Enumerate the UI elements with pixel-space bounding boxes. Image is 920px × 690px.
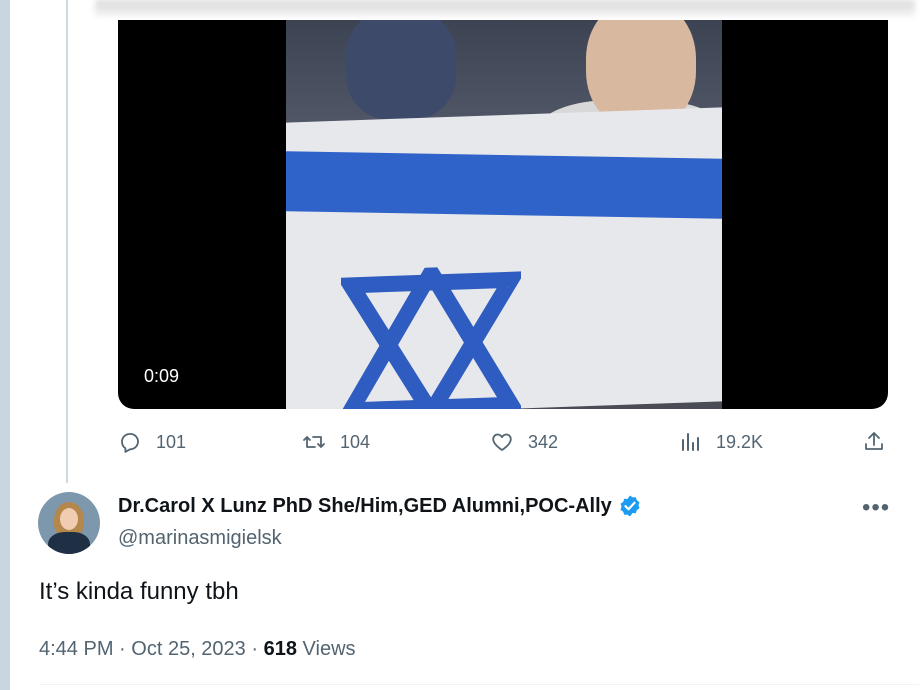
tweet-text: It’s kinda funny tbh <box>39 578 239 605</box>
share-button[interactable] <box>862 430 900 454</box>
reply-count: 101 <box>156 431 187 452</box>
video-flag <box>286 107 722 409</box>
verified-badge-icon <box>620 495 640 517</box>
star-of-david-icon <box>341 264 521 409</box>
views-count: 19.2K <box>716 431 764 452</box>
tweet-date[interactable]: Oct 25, 2023 <box>131 638 246 660</box>
video-person-left <box>346 20 456 120</box>
retweet-button[interactable]: 104 <box>302 430 370 454</box>
tweet-action-bar: 101 104 342 19.2K <box>118 430 888 458</box>
video-frame <box>286 20 722 409</box>
tweet-views-count: 618 <box>263 638 297 660</box>
flag-stripe <box>286 151 722 219</box>
meta-separator-2: · <box>251 638 259 660</box>
avatar-face <box>60 508 78 530</box>
video-player[interactable]: 0:09 <box>118 20 888 409</box>
author-name-row: Dr.Carol X Lunz PhD She/Him,GED Alumni,P… <box>118 494 642 518</box>
author-handle[interactable]: @marinasmigielsk <box>118 527 282 550</box>
thread-connector-line <box>66 0 68 483</box>
avatar-body <box>48 532 90 554</box>
top-edge-blur <box>95 0 915 16</box>
divider <box>39 684 919 685</box>
reply-button[interactable]: 101 <box>118 430 186 454</box>
like-button[interactable]: 342 <box>490 430 558 454</box>
tweet-time[interactable]: 4:44 PM <box>39 638 113 660</box>
like-count: 342 <box>528 431 559 452</box>
retweet-icon <box>303 436 325 448</box>
share-icon <box>865 432 883 450</box>
meta-separator: · <box>119 638 126 660</box>
window-left-rail <box>0 0 10 690</box>
avatar[interactable] <box>38 492 100 554</box>
video-duration: 0:09 <box>144 366 180 386</box>
views-icon <box>682 433 699 451</box>
tweet-views-label: Views <box>302 638 356 660</box>
retweet-count: 104 <box>340 431 371 452</box>
views-button[interactable]: 19.2K <box>678 430 763 454</box>
tweet-meta: 4:44 PM · Oct 25, 2023 · 618 Views <box>39 638 356 661</box>
like-icon <box>492 433 512 451</box>
more-options-button[interactable]: ••• <box>862 494 890 522</box>
reply-icon <box>121 433 139 453</box>
author-display-name[interactable]: Dr.Carol X Lunz PhD She/Him,GED Alumni,P… <box>118 495 612 518</box>
